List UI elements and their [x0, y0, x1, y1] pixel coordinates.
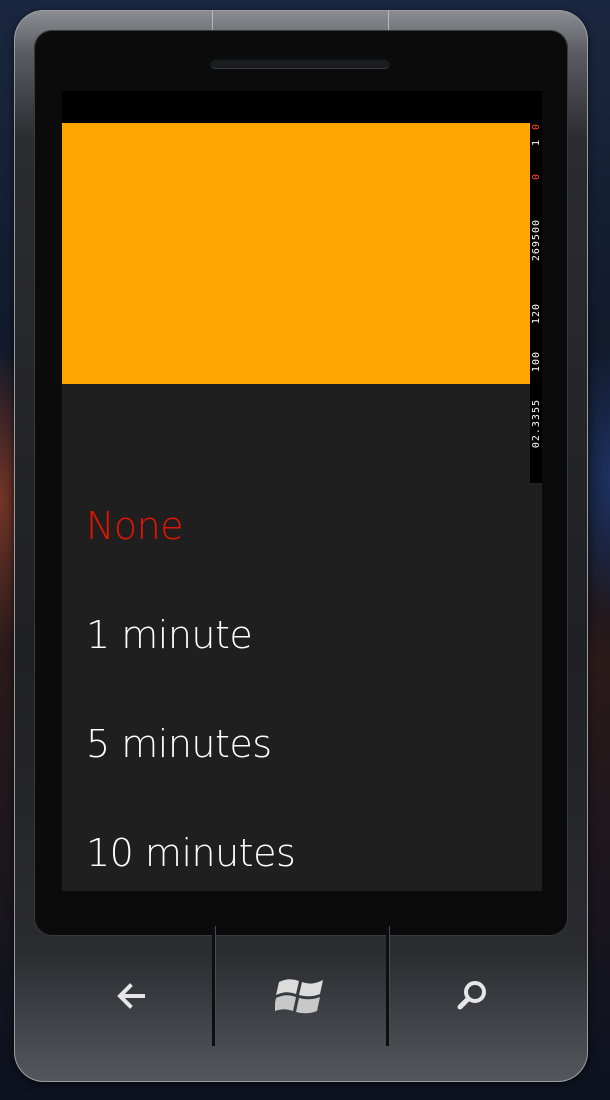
picker-item-5-minutes[interactable]: 5 minutes: [86, 722, 272, 766]
system-tray: [62, 91, 542, 123]
picker-item-10-minutes[interactable]: 10 minutes: [86, 831, 296, 875]
frame-rate-counter: 100: [531, 351, 542, 373]
phone-emulator-frame: 0 1 0 269500 120 100 02.3355 None 1 minu…: [14, 10, 588, 1082]
frame-rate-counter: 0: [531, 173, 542, 181]
header-panel: [62, 123, 530, 384]
button-divider: [212, 926, 215, 1046]
phone-bezel: 0 1 0 269500 120 100 02.3355 None 1 minu…: [34, 30, 568, 936]
frame-rate-counter: 0: [531, 123, 542, 131]
picker-item-none[interactable]: None: [86, 504, 184, 548]
frame-rate-counter: 120: [531, 303, 542, 325]
back-arrow-icon: [117, 983, 145, 1009]
picker-item-1-minute[interactable]: 1 minute: [86, 613, 253, 657]
back-button[interactable]: [101, 966, 161, 1026]
search-icon: [457, 981, 486, 1010]
frame-seam: [212, 10, 213, 30]
search-button[interactable]: [442, 966, 502, 1026]
hardware-buttons: [14, 926, 588, 1082]
frame-seam: [388, 10, 389, 30]
frame-rate-counter: 1: [531, 139, 542, 147]
frame-rate-counter: 269500: [531, 219, 542, 262]
start-button[interactable]: [271, 966, 331, 1026]
windows-logo-icon: [275, 979, 323, 1014]
phone-screen: 0 1 0 269500 120 100 02.3355 None 1 minu…: [62, 91, 542, 891]
earpiece-speaker: [210, 58, 390, 68]
frame-rate-counter: 02.3355: [531, 399, 542, 449]
button-divider: [386, 926, 389, 1046]
